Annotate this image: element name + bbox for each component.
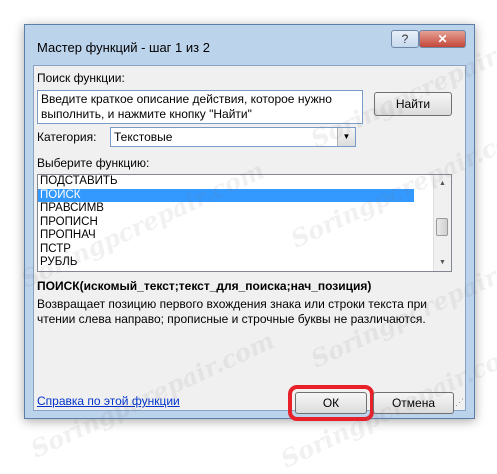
close-icon[interactable]: ✕ (419, 30, 466, 48)
function-list-item[interactable]: ПСТР (38, 243, 414, 257)
function-wizard-dialog: Мастер функций - шаг 1 из 2 ? ✕ Поиск фу… (24, 24, 475, 421)
search-label: Поиск функции: (37, 71, 125, 85)
function-list-scrollbar[interactable]: ▲ ▼ (433, 175, 451, 271)
category-label: Категория: (37, 130, 97, 144)
function-list-item[interactable]: ПРОПНАЧ (38, 229, 414, 243)
function-syntax: ПОИСК(искомый_текст;текст_для_поиска;нач… (37, 279, 372, 293)
help-link[interactable]: Справка по этой функции (37, 394, 180, 408)
chevron-down-icon[interactable]: ▼ (337, 128, 355, 146)
help-title-button[interactable]: ? (391, 30, 419, 48)
title-bar[interactable]: Мастер функций - шаг 1 из 2 ? ✕ (25, 25, 474, 65)
scroll-up-icon[interactable]: ▲ (434, 175, 451, 192)
function-list-item[interactable]: ПРАВСИМВ (38, 202, 414, 216)
function-items: ПОДСТАВИТЬ ПОИСК ПРАВСИМВ ПРОПИСН ПРОПНАЧ ПСТ… (38, 175, 451, 270)
category-select[interactable]: Текстовые ▼ (110, 127, 356, 147)
cancel-button[interactable]: Отмена (373, 392, 454, 414)
resize-grip-icon[interactable]: ⋰ (455, 397, 464, 408)
ok-highlight-ring (288, 385, 374, 421)
window-title: Мастер функций - шаг 1 из 2 (37, 40, 210, 55)
scroll-down-icon[interactable]: ▼ (434, 254, 451, 271)
find-button[interactable]: Найти (374, 92, 452, 116)
function-description: Возвращает позицию первого вхождения зна… (37, 297, 427, 326)
function-list-item[interactable]: ПРОПИСН (38, 216, 414, 230)
function-list-label: Выберите функцию: (37, 156, 150, 170)
function-list-item[interactable]: РУБЛЬ (38, 256, 414, 270)
category-value: Текстовые (114, 130, 173, 144)
search-input[interactable]: Введите краткое описание действия, котор… (37, 90, 363, 124)
function-list-item[interactable]: ПОИСК (38, 188, 414, 202)
scroll-thumb[interactable] (436, 218, 448, 236)
function-list[interactable]: ПОДСТАВИТЬ ПОИСК ПРАВСИМВ ПРОПИСН ПРОПНАЧ ПСТ… (37, 174, 452, 272)
dialog-body: Поиск функции: Введите краткое описание … (33, 65, 466, 421)
function-list-item[interactable]: ПОДСТАВИТЬ (38, 175, 414, 189)
